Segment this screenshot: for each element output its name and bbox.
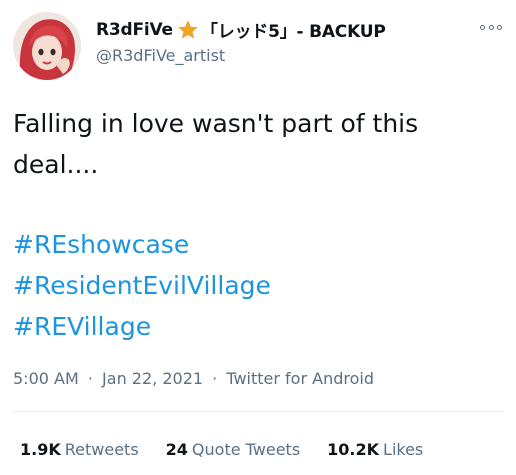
likes-stat[interactable]: 10.2K Likes xyxy=(327,440,423,459)
divider xyxy=(13,411,503,412)
hashtag-link[interactable]: #ResidentEvilVillage xyxy=(13,265,271,306)
tweet-stats: 1.9K Retweets 24 Quote Tweets 10.2K Likes xyxy=(20,440,450,459)
likes-label: Likes xyxy=(383,440,424,459)
user-handle[interactable]: @R3dFiVe_artist xyxy=(96,46,225,65)
tweet-source[interactable]: Twitter for Android xyxy=(226,369,374,388)
more-options-icon[interactable] xyxy=(480,22,502,32)
retweets-count: 1.9K xyxy=(20,440,61,459)
quote-tweets-count: 24 xyxy=(165,440,188,459)
avatar-illustration xyxy=(13,12,81,80)
hashtag-link[interactable]: #REVillage xyxy=(13,306,271,347)
quote-tweets-stat[interactable]: 24 Quote Tweets xyxy=(166,440,301,459)
hashtag-link[interactable]: #REshowcase xyxy=(13,224,271,265)
star-emoji xyxy=(178,19,198,40)
retweets-stat[interactable]: 1.9K Retweets xyxy=(20,440,139,459)
hashtag-list: #REshowcase #ResidentEvilVillage #REVill… xyxy=(13,224,271,347)
retweets-label: Retweets xyxy=(64,440,139,459)
tweet-metadata: 5:00 AM · Jan 22, 2021 · Twitter for And… xyxy=(13,369,374,388)
avatar[interactable] xyxy=(13,12,81,80)
display-name-part-1: R3dFiVe xyxy=(96,19,173,40)
tweet-date[interactable]: Jan 22, 2021 xyxy=(102,369,203,388)
tweet-time[interactable]: 5:00 AM xyxy=(13,369,79,388)
quote-tweets-label: Quote Tweets xyxy=(191,440,301,459)
tweet-text: Falling in love wasn't part of this deal… xyxy=(13,109,419,179)
separator: · xyxy=(212,369,218,388)
display-name-part-2: 「レッド5」- BACKUP xyxy=(200,22,386,42)
tweet-card: R3dFiVe 「レッド5」- BACKUP @R3dFiVe_artist F… xyxy=(0,0,516,475)
display-name[interactable]: R3dFiVe 「レッド5」- BACKUP xyxy=(96,17,386,43)
likes-count: 10.2K xyxy=(327,440,380,459)
separator: · xyxy=(87,369,93,388)
